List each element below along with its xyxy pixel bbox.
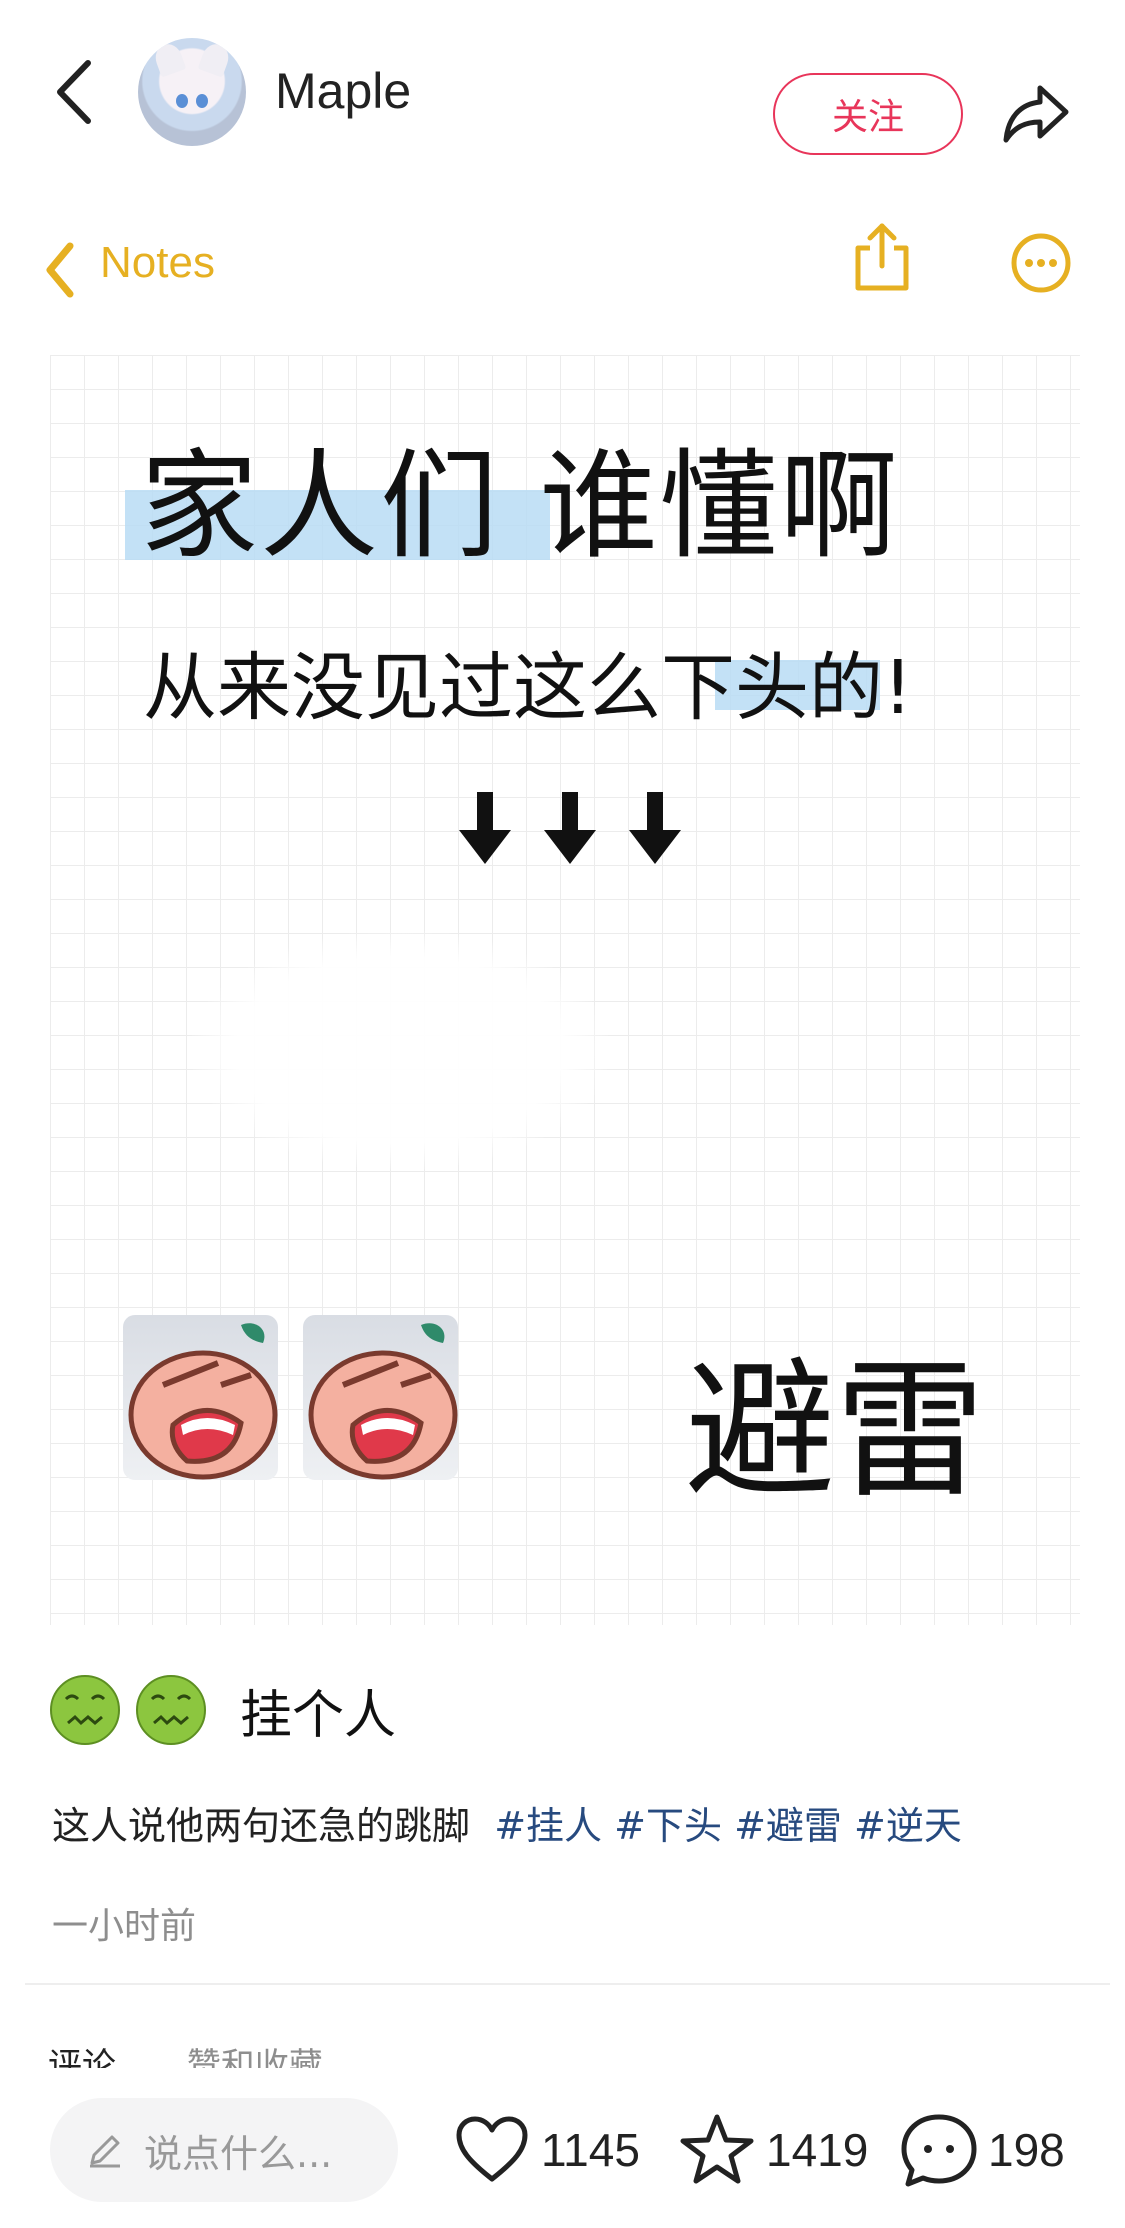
- post-title-row: 挂个人: [48, 1670, 396, 1750]
- down-arrow-icon: [629, 792, 681, 864]
- sick-face-icon: [136, 1675, 206, 1745]
- notes-back-chevron-icon: [46, 242, 74, 298]
- more-options-icon: [1011, 233, 1071, 293]
- favorite-button[interactable]: 1419: [678, 2110, 868, 2190]
- hashtag-link[interactable]: #下头: [614, 1804, 722, 1848]
- divider: [25, 1983, 1110, 1985]
- notes-back-label: Notes: [100, 238, 215, 287]
- hashtag-link[interactable]: #逆天: [854, 1804, 962, 1848]
- post-title: 挂个人: [240, 1685, 397, 1746]
- top-bar: Maple 关注: [0, 0, 1125, 190]
- follow-button[interactable]: 关注: [773, 73, 963, 155]
- heart-icon: [456, 2116, 528, 2182]
- pencil-icon: [90, 2135, 120, 2168]
- like-count: 1145: [541, 2124, 640, 2176]
- back-chevron-icon[interactable]: [50, 55, 100, 130]
- hashtag-link[interactable]: #避雷: [734, 1804, 842, 1848]
- tab-likes-and-favorites[interactable]: 赞和收藏: [187, 2046, 323, 2068]
- share-arrow-icon[interactable]: [1000, 78, 1072, 148]
- post-timestamp: 一小时前: [52, 1906, 197, 1947]
- down-arrow-icon: [544, 792, 596, 864]
- comment-tabs: 评论 赞和收藏: [48, 2038, 383, 2068]
- down-arrow-icon: [459, 792, 511, 864]
- comment-bubble-icon: [901, 2114, 977, 2187]
- censored-region: [190, 930, 610, 1170]
- tab-comments[interactable]: 评论: [48, 2046, 116, 2068]
- like-button[interactable]: 1145: [453, 2110, 640, 2190]
- comment-count: 198: [988, 2124, 1065, 2176]
- crying-sticker: [303, 1315, 458, 1480]
- username[interactable]: Maple: [275, 62, 411, 120]
- favorite-count: 1419: [766, 2124, 869, 2176]
- crying-sticker: [123, 1315, 278, 1480]
- comment-input[interactable]: 说点什么...: [50, 2098, 398, 2202]
- post-body: 这人说他两句还急的跳脚 #挂人 #下头 #避雷 #逆天: [52, 1795, 962, 1850]
- avatar[interactable]: [138, 38, 246, 146]
- note-headline: 家人们 谁懂啊: [140, 437, 900, 575]
- avoid-caption: 避雷: [685, 1345, 986, 1519]
- notes-share-icon: [855, 223, 909, 291]
- sick-face-icon: [50, 1675, 120, 1745]
- comment-placeholder: 说点什么...: [144, 2131, 333, 2176]
- post-body-text: 这人说他两句还急的跳脚: [52, 1804, 471, 1848]
- star-icon: [680, 2114, 754, 2184]
- down-arrows: [459, 792, 681, 864]
- hashtag-link[interactable]: #挂人: [494, 1804, 602, 1848]
- note-subline: 从来没见过这么下头的!: [143, 645, 913, 731]
- comment-button[interactable]: 198: [900, 2110, 1065, 2190]
